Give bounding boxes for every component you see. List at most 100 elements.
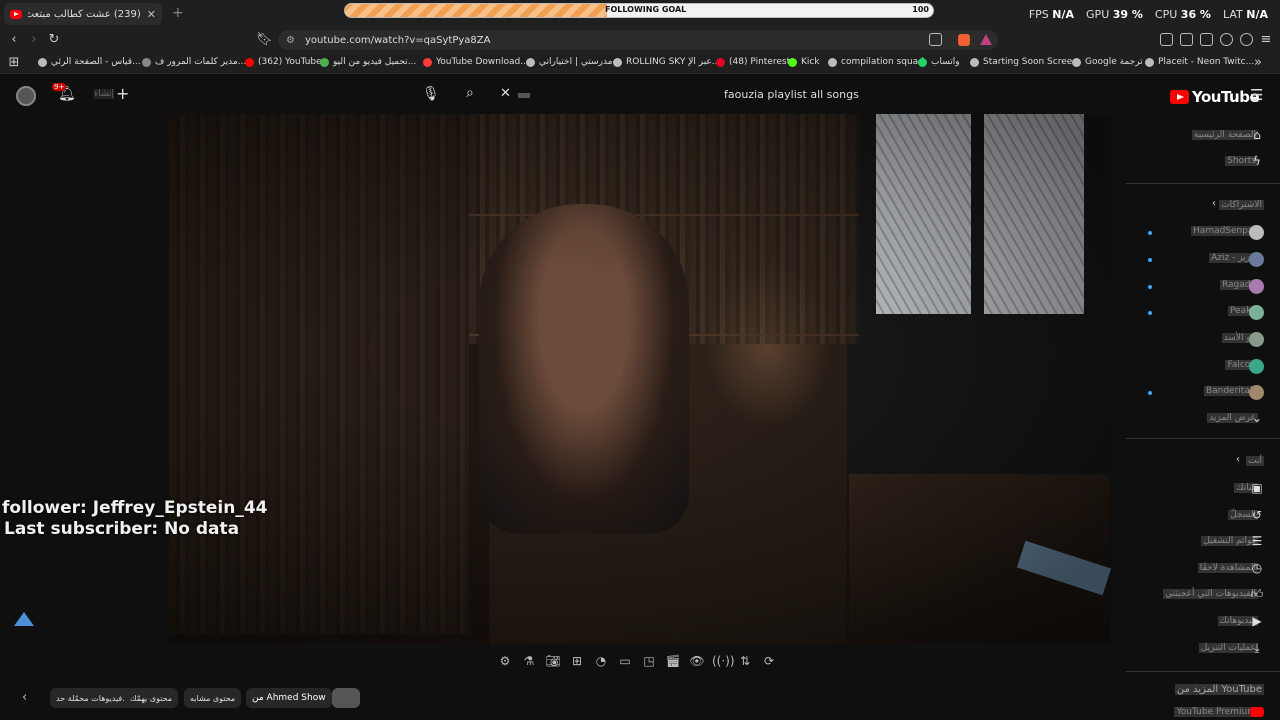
audio-icon[interactable]: ((·)) xyxy=(712,654,735,668)
shorts-icon[interactable]: ϟ xyxy=(1250,154,1264,168)
eye-icon[interactable]: 👁︎ xyxy=(688,654,706,668)
more-bookmarks-icon[interactable]: » xyxy=(1250,55,1266,70)
flask-icon[interactable]: ⚗︎ xyxy=(520,654,538,668)
guide-you-label[interactable]: أنت xyxy=(1246,456,1264,466)
subscriber-overlay: Last subscriber: No data xyxy=(4,519,240,539)
bookmark-4[interactable]: YouTube Download... xyxy=(423,57,529,67)
bookmark-11[interactable]: Starting Soon Scree... xyxy=(970,57,1081,67)
rewards-icon[interactable] xyxy=(980,34,992,45)
sort-icon[interactable]: ⇅ xyxy=(736,654,754,668)
bookmark-13[interactable]: Placeit - Neon Twitc... xyxy=(1145,57,1254,67)
speed-gauge-icon[interactable]: ◔ xyxy=(592,654,610,668)
add-screenshot-icon[interactable]: ⊞ xyxy=(568,654,586,668)
bookmark-favicon-icon xyxy=(245,57,254,67)
download-icon[interactable]: ⤓ xyxy=(1250,641,1264,655)
chip-uploaded[interactable]: فيديوهات محمّلة حد... xyxy=(50,688,136,708)
keyboard-icon[interactable] xyxy=(518,93,530,98)
guide-home-label[interactable]: الصفحة الرئيسية xyxy=(1191,130,1258,140)
browser-tab-active[interactable]: (239) عشت كطالب مبتعث في بر... ✕ xyxy=(4,3,162,25)
loop-icon[interactable]: ⟳ xyxy=(760,654,778,668)
browser-tab-bar: (239) عشت كطالب مبتعث في بر... ✕ + FOLLO… xyxy=(0,0,1280,27)
bookmark-8[interactable]: Kick xyxy=(788,57,820,67)
chip-all[interactable] xyxy=(332,688,360,708)
extensions-icon[interactable] xyxy=(1160,33,1173,46)
home-icon[interactable]: ⌂ xyxy=(1250,128,1264,142)
menu-icon[interactable]: ≡ xyxy=(1258,32,1274,47)
youtube-premium-icon[interactable] xyxy=(1250,707,1264,717)
create-button[interactable]: إنشاء xyxy=(94,89,115,99)
new-content-dot xyxy=(1148,285,1152,289)
apps-grid-icon[interactable]: ⊞ xyxy=(6,55,22,70)
brave-shield-icon[interactable] xyxy=(958,34,970,46)
chevron-down-icon[interactable]: ⌄ xyxy=(1250,411,1264,425)
bookmarks-bar: ⊞ قياس - الصفحة الرئي... مدير كلمات المر… xyxy=(0,53,1280,74)
notification-count-badge: 9+ xyxy=(52,83,67,91)
cast-icon[interactable] xyxy=(929,33,942,46)
url-field[interactable]: ⚙︎ youtube.com/watch?v=qaSytPya8ZA xyxy=(278,30,998,50)
you-chevron-icon[interactable]: ‹ xyxy=(1236,454,1240,465)
bookmark-7[interactable]: (48) Pinterest xyxy=(716,57,790,67)
youtube-logo[interactable]: YouTube xyxy=(1170,88,1260,106)
forward-icon[interactable]: › xyxy=(26,32,42,47)
playlists-icon[interactable]: ☰ xyxy=(1250,534,1264,548)
bookmark-icon[interactable]: 🔖︎ xyxy=(256,32,273,47)
sidebar-icon[interactable] xyxy=(1180,33,1193,46)
reload-icon[interactable]: ↻ xyxy=(46,32,62,47)
bookmark-favicon-icon xyxy=(142,57,151,67)
bookmark-6[interactable]: ROLLING SKY عبر الإ... xyxy=(613,57,720,67)
bookmark-0[interactable]: قياس - الصفحة الرئي... xyxy=(38,57,141,67)
follower-overlay: follower: Jeffrey_Epstein_44 xyxy=(2,498,268,518)
screenshot-camera-icon[interactable]: 📷︎ xyxy=(544,654,562,668)
guide-watch-later-label[interactable]: المشاهدة لاحقًا xyxy=(1197,563,1258,573)
chip-for-you[interactable]: محتوى يهمّك xyxy=(124,688,179,708)
bookmark-favicon-icon xyxy=(716,57,725,67)
lat-stat: LAT N/A xyxy=(1222,8,1268,21)
video-player[interactable] xyxy=(169,114,1111,644)
watch-later-clock-icon[interactable]: ◷ xyxy=(1250,561,1264,575)
create-plus-icon[interactable]: + xyxy=(116,84,129,103)
wallet-icon[interactable] xyxy=(1200,33,1213,46)
bookmark-12[interactable]: Google ترجمة xyxy=(1072,57,1143,67)
chip-related[interactable]: محتوى مشابه xyxy=(184,688,242,708)
vpn-icon[interactable] xyxy=(1240,33,1253,46)
channel-item-0[interactable]: HamadSenpai xyxy=(1191,226,1258,236)
guide-menu-icon[interactable]: ☰ xyxy=(1250,86,1263,104)
chip-from-channel[interactable]: من Ahmed Show xyxy=(246,688,332,708)
guide-divider xyxy=(1126,438,1280,439)
search-icon[interactable]: ⌕ xyxy=(466,85,474,101)
back-icon[interactable]: ‹ xyxy=(6,32,22,47)
chips-left-arrow-icon[interactable]: ‹ xyxy=(22,690,27,705)
site-info-icon[interactable]: ⚙︎ xyxy=(286,35,295,46)
channel-avatar xyxy=(1249,252,1264,267)
thumbs-up-icon[interactable]: 👍︎ xyxy=(1250,587,1264,601)
channel-avatar xyxy=(1249,332,1264,347)
clear-search-icon[interactable]: ✕ xyxy=(500,86,511,101)
bookmark-9[interactable]: compilation squad xyxy=(828,57,924,67)
avatar[interactable] xyxy=(16,86,36,106)
new-content-dot xyxy=(1148,231,1152,235)
microphone-icon[interactable]: 🎙︎ xyxy=(422,86,440,102)
miniplayer-icon[interactable]: ▭ xyxy=(616,654,634,668)
bookmark-10[interactable]: واتساب xyxy=(918,57,960,67)
search-input[interactable]: faouzia playlist all songs xyxy=(724,88,859,101)
your-channel-icon[interactable]: ▣ xyxy=(1250,481,1264,495)
channel-avatar xyxy=(1249,305,1264,320)
guide-subscriptions-label[interactable]: الاشتراكات xyxy=(1219,200,1264,210)
guide-liked-label[interactable]: الفيديوهات التي أعجبتني xyxy=(1163,589,1258,599)
new-content-dot xyxy=(1148,258,1152,262)
bookmark-3[interactable]: تحميل فيديو من اليو... xyxy=(320,57,416,67)
picture-in-picture-icon[interactable]: ◳ xyxy=(640,654,658,668)
history-icon[interactable]: ↺ xyxy=(1250,508,1264,522)
cinema-mode-icon[interactable]: 🎬︎ xyxy=(664,654,682,668)
bookmark-2[interactable]: (362) YouTube xyxy=(245,57,322,67)
close-tab-icon[interactable]: ✕ xyxy=(147,8,156,21)
goal-progress-fill xyxy=(345,4,607,17)
settings-gear-icon[interactable]: ⚙︎ xyxy=(496,654,514,668)
subscriptions-chevron-icon[interactable]: ‹ xyxy=(1212,198,1216,209)
your-videos-icon[interactable]: ▶ xyxy=(1250,614,1264,628)
bookmark-1[interactable]: مدير كلمات المرور ف... xyxy=(142,57,246,67)
new-tab-icon[interactable]: + xyxy=(172,5,184,21)
leo-icon[interactable] xyxy=(1220,33,1233,46)
guide-premium-label[interactable]: YouTube Premium xyxy=(1174,707,1258,717)
bookmark-5[interactable]: مدرستي | اختياراتي xyxy=(526,57,613,67)
